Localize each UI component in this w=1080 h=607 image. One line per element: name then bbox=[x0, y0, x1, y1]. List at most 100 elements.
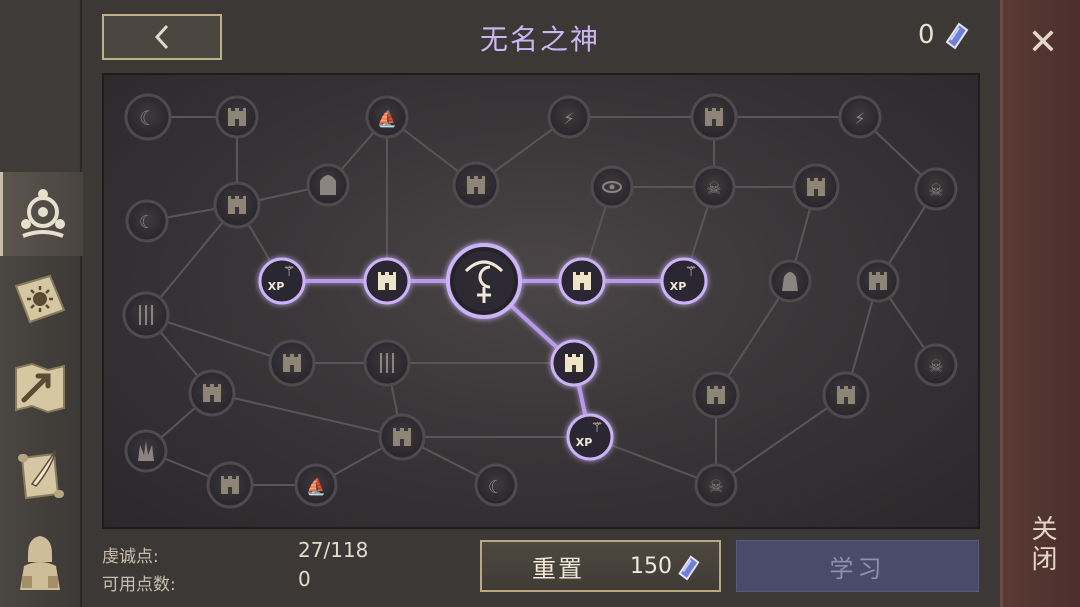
skill-node[interactable]: ☾ bbox=[125, 199, 169, 243]
skill-node-center[interactable] bbox=[446, 243, 522, 319]
skill-node[interactable] bbox=[363, 339, 411, 387]
crescent-figure-icon: ☾ bbox=[139, 212, 155, 233]
castle-icon bbox=[869, 272, 887, 290]
rail-header-panel bbox=[0, 0, 78, 174]
reset-cost: 150 bbox=[630, 553, 672, 579]
crescent-figure-icon: ☾ bbox=[488, 477, 504, 498]
skill-node[interactable] bbox=[188, 369, 236, 417]
castle-icon bbox=[228, 108, 246, 126]
skill-node[interactable] bbox=[692, 371, 740, 419]
skill-node-active[interactable]: XP ⚚ bbox=[566, 413, 614, 461]
chevron-left-icon bbox=[154, 24, 169, 50]
skill-tree-board: ☾ ⛵ ⚡ ⚡ ☾ ☠ ☠ ☠ ⛵ ☾ ☠ XP ⚚ XP ⚚ XP ⚚ bbox=[102, 73, 980, 529]
skill-node[interactable] bbox=[792, 163, 840, 211]
skill-node[interactable]: ⛵ bbox=[365, 95, 409, 139]
tab-map[interactable] bbox=[0, 346, 80, 430]
available-points-value: 0 bbox=[298, 567, 311, 591]
castle-icon bbox=[707, 386, 725, 404]
skill-node[interactable] bbox=[590, 165, 634, 209]
castle-icon bbox=[573, 272, 591, 290]
skill-node-active[interactable]: XP ⚚ bbox=[660, 257, 708, 305]
castle-icon bbox=[705, 108, 723, 126]
skill-node[interactable]: ⚡ bbox=[838, 95, 882, 139]
crescent-figure-icon: ☾ bbox=[139, 106, 157, 130]
skill-node[interactable] bbox=[822, 371, 870, 419]
skill-node[interactable]: ☾ bbox=[474, 463, 518, 507]
ship-icon: ⛵ bbox=[377, 109, 397, 128]
skill-node[interactable] bbox=[122, 291, 170, 339]
tab-quests[interactable] bbox=[0, 432, 80, 516]
trinity-symbol-icon bbox=[21, 189, 65, 238]
hooded-figure-icon bbox=[20, 536, 60, 590]
xp-badge: XP bbox=[576, 436, 593, 449]
castle-icon bbox=[807, 178, 825, 196]
skull-icon: ☠ bbox=[706, 179, 721, 199]
castle-icon bbox=[837, 386, 855, 404]
skill-node[interactable] bbox=[215, 95, 259, 139]
sun-book-icon bbox=[14, 274, 66, 326]
devotion-label: 虔诚点: bbox=[102, 547, 159, 567]
skill-node[interactable] bbox=[206, 461, 254, 509]
skill-node[interactable]: ☠ bbox=[692, 165, 736, 209]
castle-icon bbox=[378, 272, 396, 290]
skill-node-active[interactable] bbox=[363, 257, 411, 305]
close-rail[interactable]: ✕ 关闭 bbox=[1000, 0, 1080, 607]
lightning-icon: ⚡ bbox=[563, 109, 574, 128]
ghost-icon bbox=[320, 175, 336, 195]
castle-icon bbox=[203, 384, 221, 402]
skill-node-active[interactable] bbox=[558, 257, 606, 305]
skill-node[interactable]: ⛵ bbox=[294, 463, 338, 507]
skill-node[interactable] bbox=[124, 429, 168, 473]
tab-character[interactable] bbox=[0, 520, 80, 604]
skull-icon: ☠ bbox=[928, 357, 943, 377]
close-label[interactable]: 关闭 bbox=[1025, 515, 1061, 575]
blue-crystal-icon bbox=[945, 22, 968, 50]
skill-node[interactable] bbox=[268, 339, 316, 387]
skill-node[interactable]: ⚡ bbox=[547, 95, 591, 139]
skill-node[interactable] bbox=[378, 413, 426, 461]
reset-button[interactable]: 重置 150 bbox=[480, 540, 721, 592]
castle-icon bbox=[221, 476, 239, 494]
blue-crystal-icon bbox=[678, 555, 700, 581]
skull-icon: ☠ bbox=[708, 477, 723, 497]
tab-followers[interactable] bbox=[0, 172, 83, 256]
skill-node[interactable] bbox=[213, 181, 261, 229]
skill-node-active[interactable] bbox=[550, 339, 598, 387]
skill-node[interactable] bbox=[690, 93, 738, 141]
sigil-icon: ⚚ bbox=[283, 264, 296, 280]
left-tab-rail bbox=[0, 0, 83, 607]
castle-icon bbox=[393, 428, 411, 446]
reset-label: 重置 bbox=[532, 554, 584, 583]
ship-icon: ⛵ bbox=[306, 477, 326, 496]
sigil-icon: ⚚ bbox=[685, 264, 698, 280]
castle-icon bbox=[467, 176, 485, 194]
skill-node[interactable]: ☠ bbox=[694, 463, 738, 507]
skill-node[interactable] bbox=[306, 163, 350, 207]
learn-button[interactable]: 学习 bbox=[736, 540, 979, 592]
castle-icon bbox=[228, 196, 246, 214]
map-arrow-icon bbox=[15, 362, 65, 414]
devotion-value: 27/118 bbox=[298, 538, 369, 562]
skill-node[interactable] bbox=[856, 259, 900, 303]
skill-node[interactable]: ☠ bbox=[914, 343, 958, 387]
skill-node[interactable]: ☠ bbox=[914, 167, 958, 211]
skull-icon: ☠ bbox=[928, 181, 943, 201]
currency-display: 0 bbox=[918, 20, 971, 50]
tab-spellbook[interactable] bbox=[0, 258, 80, 342]
skill-tree-canvas: ☾ ⛵ ⚡ ⚡ ☾ ☠ ☠ ☠ ⛵ ☾ ☠ XP ⚚ XP ⚚ XP ⚚ bbox=[122, 93, 958, 509]
skill-node[interactable] bbox=[768, 259, 812, 303]
skill-node[interactable]: ☾ bbox=[124, 93, 172, 141]
lightning-icon: ⚡ bbox=[854, 109, 865, 128]
page-title: 无名之神 bbox=[479, 23, 600, 56]
castle-icon bbox=[565, 354, 583, 372]
skill-node[interactable] bbox=[452, 161, 500, 209]
close-icon[interactable]: ✕ bbox=[1021, 20, 1065, 64]
sigil-icon: ⚚ bbox=[591, 420, 604, 436]
skill-node-active[interactable]: XP ⚚ bbox=[258, 257, 306, 305]
castle-icon bbox=[283, 354, 301, 372]
currency-count: 0 bbox=[918, 20, 935, 50]
xp-badge: XP bbox=[670, 280, 687, 293]
back-button[interactable] bbox=[102, 14, 222, 60]
scroll-quill-icon bbox=[18, 449, 64, 500]
xp-badge: XP bbox=[268, 280, 285, 293]
